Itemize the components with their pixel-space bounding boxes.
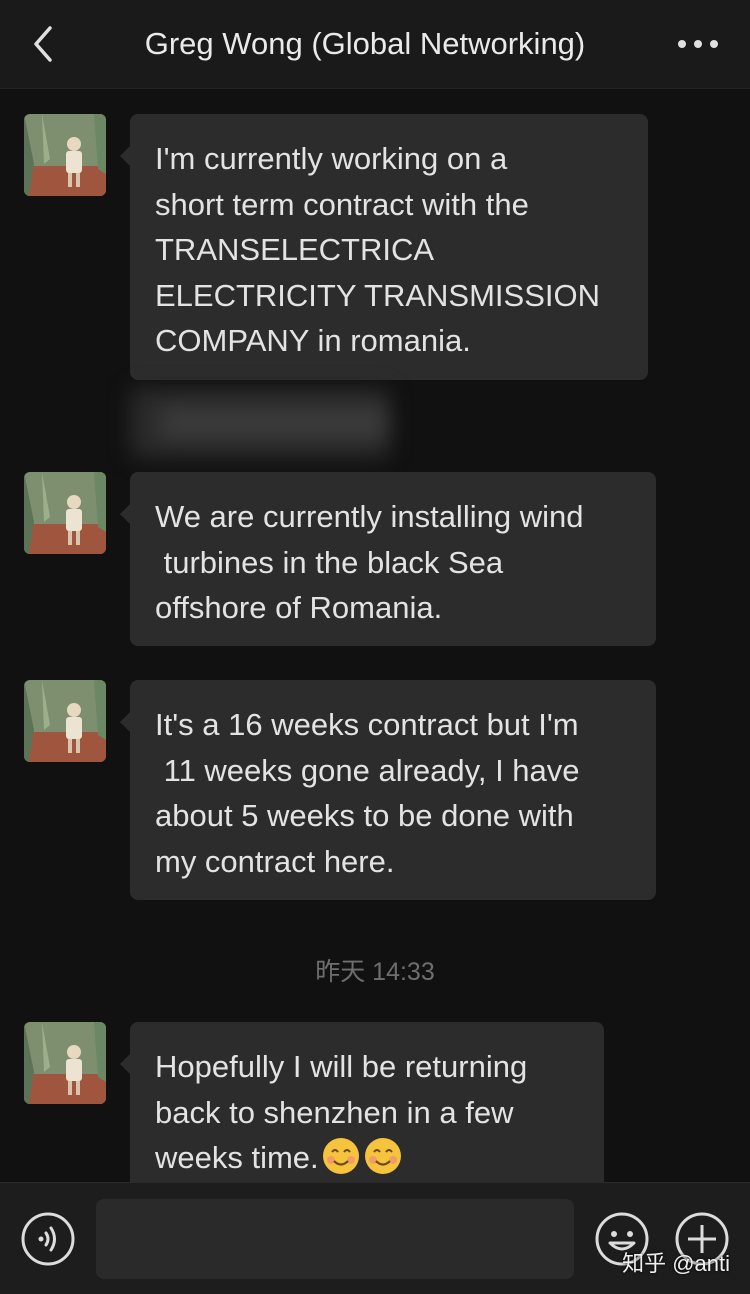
smiling-face-emoji-icon bbox=[364, 1138, 401, 1174]
avatar[interactable] bbox=[24, 680, 106, 762]
message-bubble: Hopefully I will be returning back to sh… bbox=[120, 1022, 604, 1202]
header-bar: Greg Wong (Global Networking) bbox=[0, 0, 750, 89]
chat-title: Greg Wong (Global Networking) bbox=[144, 26, 586, 61]
more-button[interactable] bbox=[676, 28, 720, 60]
smiling-face-emoji-icon bbox=[322, 1138, 359, 1174]
more-dots-icon bbox=[678, 40, 718, 48]
redacted-message bbox=[130, 388, 430, 468]
voice-icon bbox=[21, 1212, 75, 1266]
message-bubble: It's a 16 weeks contract but I'm 11 week… bbox=[120, 680, 656, 900]
chevron-left-icon bbox=[34, 26, 52, 62]
message-bubble: We are currently installing wind turbine… bbox=[120, 472, 656, 646]
message-bubble: I'm currently working on a short term co… bbox=[120, 114, 648, 380]
voice-button[interactable] bbox=[20, 1211, 76, 1267]
watermark: 知乎 @anti bbox=[622, 1251, 730, 1276]
avatar[interactable] bbox=[24, 114, 106, 196]
timestamp: 昨天 14:33 bbox=[315, 958, 435, 986]
avatar[interactable] bbox=[24, 472, 106, 554]
back-button[interactable] bbox=[22, 20, 66, 68]
avatar[interactable] bbox=[24, 1022, 106, 1104]
message-input[interactable] bbox=[96, 1199, 574, 1279]
chat-screen: Greg Wong (Global Networking) I'm curren… bbox=[0, 0, 750, 1294]
